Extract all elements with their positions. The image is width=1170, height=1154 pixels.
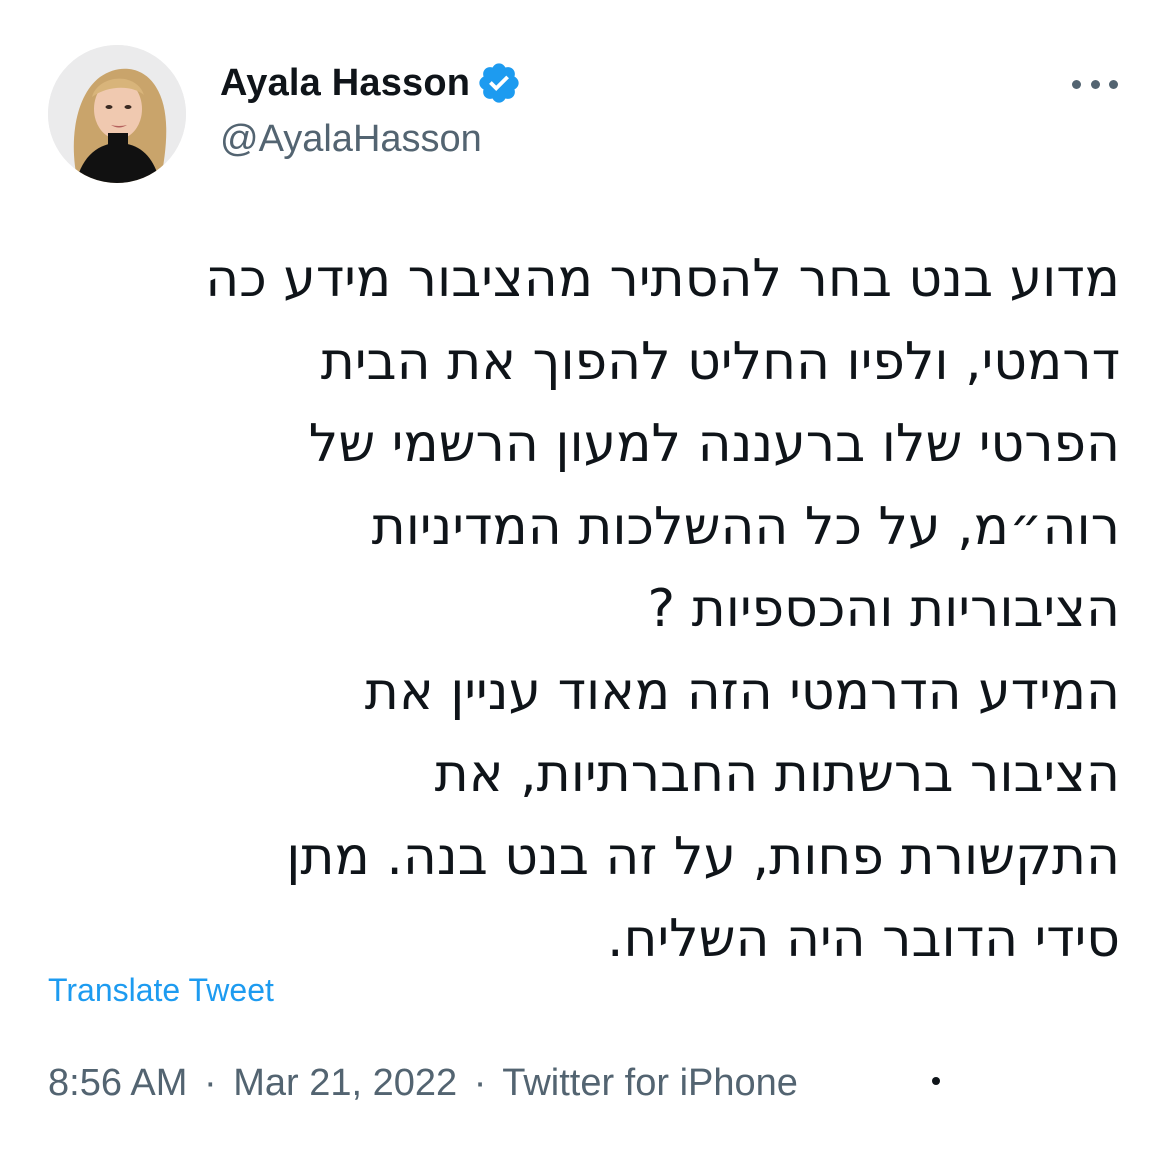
tweet-line: רוה״מ, על כל ההשלכות המדיניות <box>371 496 1120 557</box>
tweet-time[interactable]: 8:56 AM <box>48 1062 187 1104</box>
more-dot <box>1072 79 1081 89</box>
tweet-line: סידי הדובר היה השליח. <box>607 909 1120 969</box>
tweet-meta: 8:56 AM · Mar 21, 2022 · Twitter for iPh… <box>48 1062 798 1105</box>
author-name-row[interactable]: Ayala Hasson <box>220 58 522 108</box>
tweet-source[interactable]: Twitter for iPhone <box>502 1062 798 1104</box>
meta-separator: · <box>203 1062 217 1104</box>
tweet-line: התקשורת פחות, על זה בנט בנה. מתן <box>286 826 1120 887</box>
more-dot <box>1090 79 1100 89</box>
tweet-line: הציבור ברשתות החברתיות, את <box>434 744 1120 804</box>
tweet-line: מדוע בנט בחר להסתיר מהציבור מידע כה <box>205 249 1120 309</box>
dot-mark <box>932 1077 940 1085</box>
avatar[interactable] <box>48 45 186 183</box>
tweet-line: הפרטי שלו ברעננה למעון הרשמי של <box>308 414 1120 474</box>
more-dot <box>1109 79 1118 89</box>
translate-tweet-link[interactable]: Translate Tweet <box>48 972 274 1009</box>
tweet-line: הציבוריות והכספיות ? <box>647 579 1121 639</box>
tweet-date[interactable]: Mar 21, 2022 <box>233 1062 457 1104</box>
meta-separator: · <box>473 1062 487 1104</box>
author-display-name[interactable]: Ayala Hasson <box>220 62 470 105</box>
tweet-text: מדוע בנט בחר להסתיר מהציבור מידע כה דרמט… <box>40 238 1120 981</box>
tweet-line: המידע הדרמטי הזה מאוד עניין את <box>364 661 1120 722</box>
more-options-icon[interactable] <box>1070 64 1120 104</box>
avatar-image <box>48 45 186 183</box>
tweet-line: דרמטי, ולפיו החליט להפוך את הבית <box>320 331 1120 392</box>
verified-badge-icon <box>476 60 522 106</box>
author-handle[interactable]: @AyalaHasson <box>220 118 482 161</box>
